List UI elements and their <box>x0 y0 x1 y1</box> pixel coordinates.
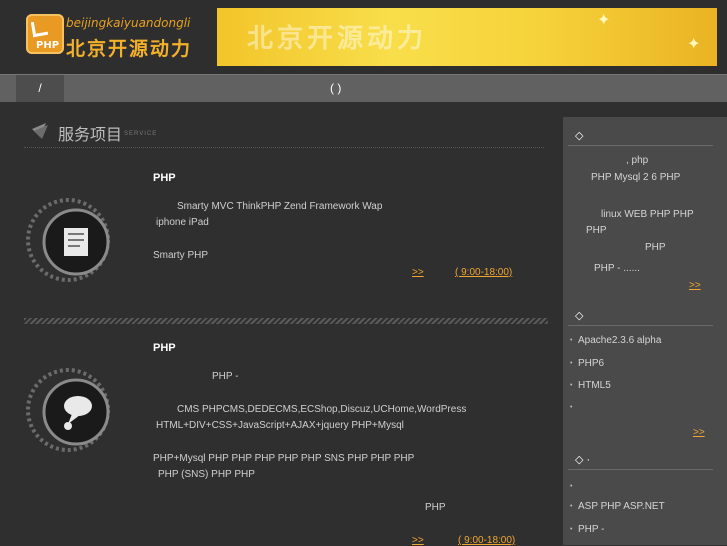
service-desc-line: PHP+Mysql PHP PHP PHP PHP PHP SNS PHP PH… <box>153 453 415 464</box>
section-title: 服务项目 <box>58 127 123 144</box>
service-desc-line: PHP - <box>212 371 239 382</box>
sidebar-box-heading: ◇ <box>575 130 584 142</box>
service-desc-line: PHP (SNS) PHP PHP <box>158 469 255 480</box>
sidebar-box-articles: ◇ · ASP PHP ASP.NET PHP - <box>568 447 727 545</box>
sidebar-box-heading: ◇ <box>575 310 584 322</box>
section-divider <box>24 318 548 324</box>
sidebar-list-item[interactable]: ASP PHP ASP.NET <box>570 501 665 512</box>
sidebar-text: PHP - ...... <box>594 263 640 274</box>
main-content: 服务项目 SERVICE PHP Smarty MVC ThinkPHP Zen… <box>0 101 563 546</box>
document-edit-icon <box>26 198 110 282</box>
sidebar-list-item[interactable]: Apache2.3.6 alpha <box>570 335 661 346</box>
sidebar-text: PHP Mysql 2 6 PHP <box>591 172 681 183</box>
service-item: PHP Smarty MVC ThinkPHP Zend Framework W… <box>0 161 563 321</box>
sidebar-text: linux WEB PHP PHP <box>601 209 694 220</box>
sidebar-text: PHP <box>586 225 607 236</box>
speech-bubble-icon <box>26 368 110 452</box>
section-subtitle: SERVICE <box>124 131 158 137</box>
service-hours-link[interactable]: ( 9:00-18:00) <box>458 535 515 546</box>
sidebar-list-item[interactable]: HTML5 <box>570 380 611 391</box>
divider <box>568 469 713 470</box>
logo-english-name: beijingkaiyuandongli <box>66 16 191 30</box>
logo-chinese-name: 北京开源动力 <box>66 38 193 60</box>
sidebar-list-item[interactable]: PHP - <box>570 524 604 535</box>
service-more-link[interactable]: >> <box>412 267 424 278</box>
service-title: PHP <box>153 342 176 354</box>
sidebar-text: PHP <box>645 242 666 253</box>
service-desc-line: Smarty MVC ThinkPHP Zend Framework Wap <box>177 201 383 212</box>
sidebar-box-news: ◇ Apache2.3.6 alpha PHP6 HTML5 >> <box>568 297 727 438</box>
service-desc-line: Smarty PHP <box>153 250 209 261</box>
logo-badge: PHP <box>26 14 64 54</box>
service-desc-line: HTML+DIV+CSS+JavaScript+AJAX+jquery PHP+… <box>156 420 404 431</box>
divider <box>568 145 713 146</box>
service-desc-line: CMS PHPCMS,DEDECMS,ECShop,Discuz,UCHome,… <box>177 404 467 415</box>
header-banner: 北京开源动力 ✦ ✦ <box>217 8 717 66</box>
logo-badge-text: PHP <box>36 40 60 51</box>
sidebar: ◇ , php PHP Mysql 2 6 PHP linux WEB PHP … <box>563 117 727 545</box>
nav-home-link[interactable]: / <box>16 75 64 102</box>
site-header: PHP beijingkaiyuandongli 北京开源动力 北京开源动力 ✦… <box>0 0 727 74</box>
main-nav: / ( ) <box>0 74 727 102</box>
sidebar-list-item[interactable]: PHP6 <box>570 358 604 369</box>
section-heading: 服务项目 SERVICE <box>24 117 544 148</box>
site-logo[interactable]: PHP beijingkaiyuandongli 北京开源动力 <box>26 14 220 60</box>
service-title: PHP <box>153 172 176 184</box>
sidebar-box-intro: ◇ , php PHP Mysql 2 6 PHP linux WEB PHP … <box>568 117 727 295</box>
banner-text: 北京开源动力 <box>247 24 428 54</box>
sidebar-text: , php <box>626 155 649 166</box>
checkmark-icon <box>30 19 49 38</box>
nav-center-link[interactable]: ( ) <box>330 75 341 102</box>
arrow-up-right-icon <box>28 123 48 143</box>
sparkle-icon: ✦ <box>597 12 611 29</box>
sidebar-more-link[interactable]: >> <box>693 427 705 438</box>
service-more-link[interactable]: >> <box>412 535 424 546</box>
sparkle-icon: ✦ <box>687 36 701 53</box>
sidebar-box-heading: ◇ · <box>575 454 591 466</box>
divider <box>568 325 713 326</box>
service-hours-link[interactable]: ( 9:00-18:00) <box>455 267 512 278</box>
sidebar-more-link[interactable]: >> <box>689 280 701 291</box>
service-desc-line: PHP <box>425 502 446 513</box>
service-item: PHP PHP - CMS PHPCMS,DEDECMS,ECShop,Disc… <box>0 334 563 546</box>
service-desc-line: iphone iPad <box>156 217 209 228</box>
